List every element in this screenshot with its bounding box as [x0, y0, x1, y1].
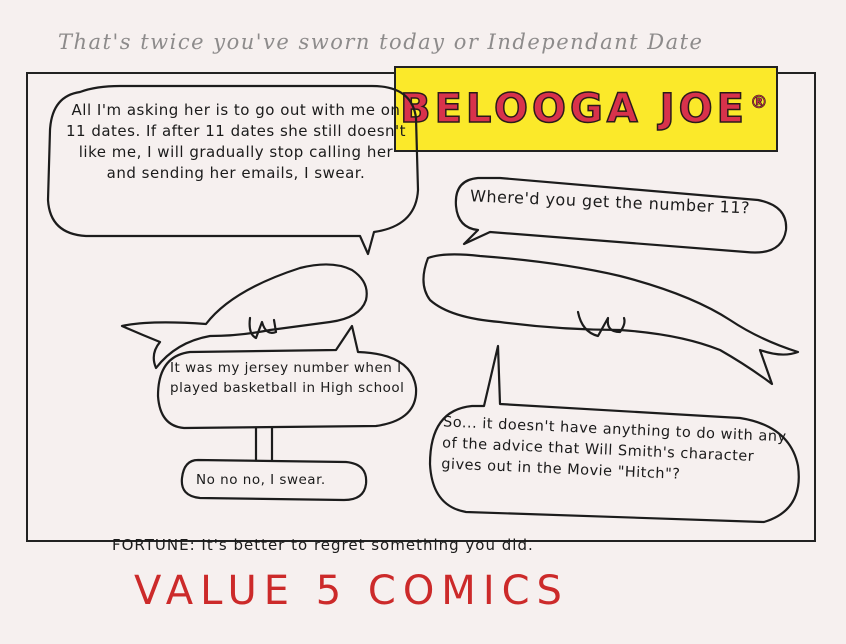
whale-right-flipper — [576, 310, 626, 338]
whale-left-body — [120, 263, 368, 370]
fortune-text: FORTUNE: It's better to regret something… — [112, 536, 534, 554]
whale-right-body — [422, 253, 800, 386]
whale-left-flipper — [248, 316, 278, 340]
bubble-1-text: All I'm asking her is to go out with me … — [65, 101, 407, 182]
bubble-3-text: It was my jersey number when I played ba… — [170, 360, 405, 396]
footer-value-5-comics: VALUE 5 COMICS — [134, 568, 569, 614]
bubble-4-text: No no no, I swear. — [196, 472, 326, 488]
bubble-connector — [254, 426, 274, 462]
